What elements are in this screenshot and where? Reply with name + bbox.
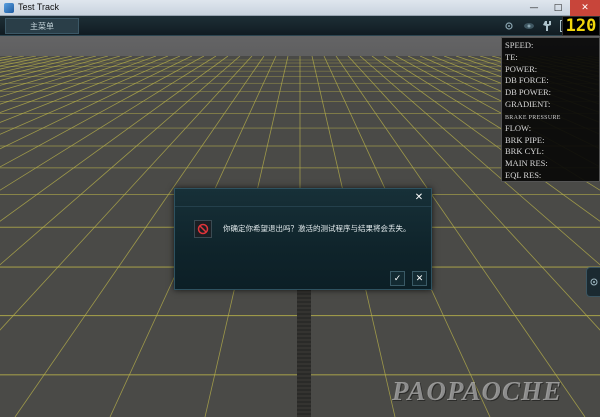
grid-line [0,56,73,73]
grid-line [0,56,121,92]
cancel-button[interactable]: ✕ [412,271,427,286]
telemetry-brake-pipe: BRK PIPE: [505,134,545,145]
grid-line [0,56,97,81]
grid-line [0,56,109,86]
telemetry-equalizing-reservoir: EQL RES: [505,169,542,180]
brake-pressure-header: BRAKE PRESSURE [505,114,561,121]
confirm-button[interactable]: ✓ [390,271,405,286]
telemetry-power: POWER: [505,63,538,74]
camera-icon[interactable] [502,19,516,33]
dialog-header: ✕ [175,189,431,207]
telemetry-te: TE: [505,51,518,62]
window-titlebar: Test Track — □ ✕ [0,0,600,16]
telemetry-speed: SPEED: [505,40,534,50]
dialog-close-button[interactable]: ✕ [413,191,425,203]
grid-line [0,56,193,150]
window-title: Test Track [18,2,60,12]
telemetry-flow: FLOW: [505,122,532,133]
grid-line [0,56,169,123]
grid-line [0,56,85,77]
dialog-message: 你确定你希望退出吗？激活的测试程序与结果将会丢失。 [223,224,411,233]
grid-line [0,56,145,105]
telemetry-db-power: DB POWER: [505,87,552,98]
target-icon [590,278,597,286]
no-entry-icon [194,220,212,238]
watermark: PAOPAOCHE [392,376,563,406]
telemetry-main-reservoir: MAIN RES: [505,158,548,169]
side-panel-toggle[interactable] [586,267,600,297]
app-icon [4,3,14,13]
grid-line [0,56,157,113]
telemetry-panel: SPEED: TE: POWER: DB FORCE: DB POWER: GR… [501,37,600,182]
telemetry-db-force: DB FORCE: [505,75,549,86]
top-menu-bar: 主菜单 [0,16,600,36]
speed-counter: 120 [562,16,600,36]
telemetry-brake-cylinder: BRK CYL: [505,146,544,157]
window-controls: — □ ✕ [522,0,600,16]
grid-line [0,56,133,98]
minimize-button[interactable]: — [522,0,546,16]
grid-line [0,56,25,61]
maximize-button[interactable]: □ [546,0,570,16]
speed-value: 120 [565,16,597,36]
exit-confirm-dialog: ✕ 你确定你希望退出吗？激活的测试程序与结果将会丢失。 ✓ ✕ [174,188,432,290]
window-close-button[interactable]: ✕ [570,0,600,16]
main-menu-button[interactable]: 主菜单 [5,18,79,34]
eye-icon[interactable] [522,19,536,33]
telemetry-gradient: GRADIENT: [505,98,551,109]
wrench-icon[interactable] [540,19,554,33]
